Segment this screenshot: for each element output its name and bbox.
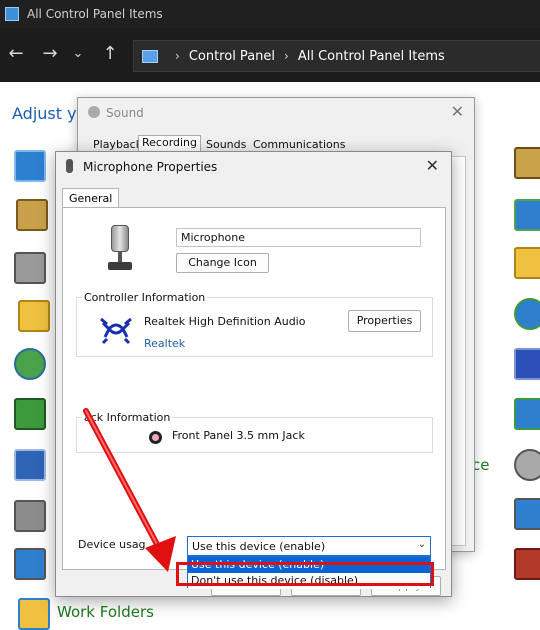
device-name-field[interactable]: Microphone [176, 228, 421, 247]
remote-app-icon[interactable] [14, 449, 46, 481]
window-titlebar: All Control Panel Items [0, 0, 540, 28]
internet-globe-icon[interactable] [514, 298, 540, 330]
realtek-link[interactable]: Realtek [144, 337, 185, 350]
back-arrow-icon[interactable]: ← [4, 42, 28, 66]
devices-printers-icon[interactable] [14, 252, 46, 284]
window-title: All Control Panel Items [27, 7, 163, 21]
file-explorer-options-icon[interactable] [514, 247, 540, 279]
page-heading: Adjust yo [12, 104, 87, 123]
dialog-title: Microphone Properties [83, 160, 218, 174]
jack-name: Front Panel 3.5 mm Jack [172, 429, 305, 442]
action-center-icon[interactable] [14, 150, 46, 182]
properties-button[interactable]: Properties [348, 310, 421, 332]
address-bar[interactable]: › Control Panel › All Control Panel Item… [133, 40, 540, 72]
system-monitor-icon[interactable] [514, 498, 540, 530]
work-folders-link[interactable]: Work Folders [57, 603, 154, 621]
chevron-right-icon: › [284, 49, 289, 63]
taskbar-icon[interactable] [14, 548, 46, 580]
tab-general[interactable]: General [62, 188, 120, 208]
realtek-crab-icon [100, 317, 132, 345]
control-panel-icon [5, 7, 19, 21]
controller-information-label: Controller Information [82, 291, 208, 304]
breadcrumb-all-items[interactable]: All Control Panel Items [298, 49, 445, 64]
close-icon[interactable]: ✕ [451, 102, 464, 121]
up-arrow-icon[interactable]: ↑ [98, 42, 122, 66]
change-icon-button[interactable]: Change Icon [176, 253, 269, 273]
firewall-icon[interactable] [514, 548, 540, 580]
internet-options-icon[interactable] [14, 348, 46, 380]
microphone-properties-dialog: Microphone Properties ✕ General Micropho… [55, 151, 452, 597]
breadcrumb-control-panel[interactable]: Control Panel [189, 49, 275, 64]
recovery-icon[interactable] [514, 398, 540, 430]
default-programs-icon[interactable] [514, 199, 540, 231]
fonts-icon[interactable] [18, 300, 50, 332]
annotation-highlight-box [176, 562, 434, 586]
chevron-right-icon: › [175, 49, 180, 63]
storage-spaces-icon[interactable] [14, 500, 46, 532]
jack-information-label: ack Information [82, 411, 173, 424]
sound-dialog-title: Sound [106, 106, 144, 120]
device-usage-select[interactable]: Use this device (enable) ⌄ [187, 536, 431, 556]
speaker-icon[interactable] [514, 449, 540, 481]
navigation-bar: ← → ⌄ ↑ › Control Panel › All Control Pa… [0, 28, 540, 82]
speaker-icon [88, 106, 100, 118]
security-key-icon[interactable] [514, 147, 540, 179]
work-folders-icon[interactable] [18, 598, 50, 630]
microphone-icon [66, 159, 73, 173]
jack-color-icon [149, 431, 162, 444]
controller-name: Realtek High Definition Audio [144, 315, 306, 328]
microphone-icon [108, 225, 132, 271]
network-icon[interactable] [514, 348, 540, 380]
device-usage-label: Device usag [78, 538, 146, 551]
chevron-down-icon: ⌄ [417, 539, 426, 550]
device-usage-value: Use this device (enable) [192, 540, 326, 553]
chevron-down-icon[interactable]: ⌄ [66, 42, 90, 66]
control-panel-icon [142, 49, 158, 63]
power-options-icon[interactable] [14, 398, 46, 430]
forward-arrow-icon[interactable]: → [38, 42, 62, 66]
close-icon[interactable]: ✕ [426, 156, 439, 175]
credential-manager-icon[interactable] [16, 199, 48, 231]
